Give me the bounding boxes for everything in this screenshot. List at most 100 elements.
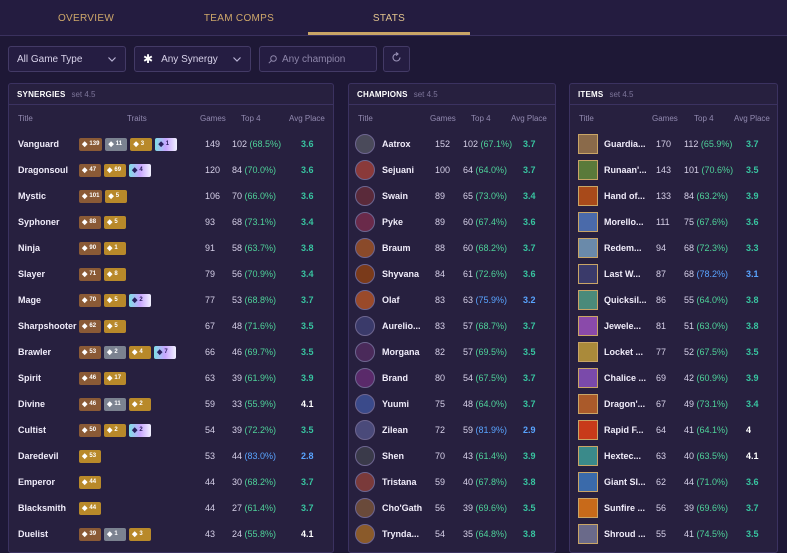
synergy-select[interactable]: ✱ Any Synergy <box>134 46 251 72</box>
champion-row[interactable]: Brand 80 54 (67.5%) 3.7 <box>349 365 555 391</box>
synergy-row[interactable]: Sharpshooter ◆ 62 ◆ 5 67 48 (71.6%) 3.5 <box>9 313 333 339</box>
item-row[interactable]: Chalice ... 69 42 (60.9%) 3.9 <box>570 365 777 391</box>
col-traits: Traits <box>127 114 147 123</box>
item-row[interactable]: Jewele... 81 51 (63.0%) 3.8 <box>570 313 777 339</box>
item-row[interactable]: Shroud ... 55 41 (74.5%) 3.5 <box>570 521 777 547</box>
trait-badge-silver: ◆ 1 <box>104 527 126 541</box>
top4-value: 65 (73.0%) <box>463 183 507 209</box>
trait-badge-chromatic: ◆ 1 <box>155 137 178 151</box>
avg-place-value: 3.9 <box>301 373 314 383</box>
synergy-row[interactable]: Mystic ◆ 101 ◆ 5 106 70 (66.0%) 3.6 <box>9 183 333 209</box>
synergy-row[interactable]: Slayer ◆ 71 ◆ 8 79 56 (70.9%) 3.4 <box>9 261 333 287</box>
top4-value: 53 (68.8%) <box>232 287 276 313</box>
champion-row[interactable]: Sejuani 100 64 (64.0%) 3.7 <box>349 157 555 183</box>
avg-place-value: 3.8 <box>523 529 536 539</box>
champion-row[interactable]: Braum 88 60 (68.2%) 3.7 <box>349 235 555 261</box>
top4-percent: (70.6%) <box>701 165 734 175</box>
top4-value: 57 (69.5%) <box>463 339 507 365</box>
synergy-row[interactable]: Blacksmith ◆ 44 44 27 (61.4%) 3.7 <box>9 495 333 521</box>
item-row[interactable]: Redem... 94 68 (72.3%) 3.3 <box>570 235 777 261</box>
item-row[interactable]: Guardia... 170 112 (65.9%) 3.7 <box>570 131 777 157</box>
champion-row[interactable]: Shen 70 43 (61.4%) 3.9 <box>349 443 555 469</box>
champion-row[interactable]: Cho'Gath 56 39 (69.6%) 3.5 <box>349 495 555 521</box>
trait-count: 46 <box>89 375 97 381</box>
top-navigation: OVERVIEW TEAM COMPS STATS <box>0 0 787 36</box>
synergy-row[interactable]: Duelist ◆ 39 ◆ 1 ◆ 3 43 24 (55.8%) 4.1 <box>9 521 333 547</box>
synergy-row[interactable]: Divine ◆ 46 ◆ 11 ◆ 2 59 33 (55.9%) 4.1 <box>9 391 333 417</box>
trait-count: 139 <box>89 141 100 147</box>
item-row[interactable]: Dragon'... 67 49 (73.1%) 3.4 <box>570 391 777 417</box>
games-value: 83 <box>435 295 446 305</box>
champion-row[interactable]: Morgana 82 57 (69.5%) 3.5 <box>349 339 555 365</box>
synergy-row[interactable]: Emperor ◆ 44 44 30 (68.2%) 3.7 <box>9 469 333 495</box>
item-row[interactable]: Hextec... 63 40 (63.5%) 4.1 <box>570 443 777 469</box>
tab-overview[interactable]: OVERVIEW <box>28 0 144 36</box>
trait-badge-gold: ◆ 5 <box>105 189 128 203</box>
champion-row[interactable]: Zilean 72 59 (81.9%) 2.9 <box>349 417 555 443</box>
synergy-row[interactable]: Brawler ◆ 53 ◆ 2 ◆ 4 ◆ 7 66 46 (69.7%) 3.5 <box>9 339 333 365</box>
item-row[interactable]: Sunfire ... 56 39 (69.6%) 3.7 <box>570 495 777 521</box>
synergy-row[interactable]: Syphoner ◆ 88 ◆ 5 93 68 (73.1%) 3.4 <box>9 209 333 235</box>
top4-value: 43 (61.4%) <box>463 443 507 469</box>
champion-search-input[interactable]: Any champion <box>259 46 377 72</box>
synergy-row[interactable]: Vanguard ◆ 139 ◆ 11 ◆ 3 ◆ 1 149 102 (68.5%) 3.6 <box>9 131 333 157</box>
champions-panel: CHAMPIONS set 4.5 Title Games Top 4 Avg … <box>348 83 556 553</box>
champion-row[interactable]: Olaf 83 63 (75.9%) 3.2 <box>349 287 555 313</box>
refresh-button[interactable] <box>383 46 410 72</box>
games-value: 133 <box>656 191 672 201</box>
synergy-row[interactable]: Daredevil ◆ 53 53 44 (83.0%) 2.8 <box>9 443 333 469</box>
champion-row[interactable]: Swain 89 65 (73.0%) 3.4 <box>349 183 555 209</box>
tab-stats[interactable]: STATS <box>308 0 470 36</box>
champion-row[interactable]: Trynda... 54 35 (64.8%) 3.8 <box>349 521 555 547</box>
trait-count: 3 <box>140 141 145 147</box>
trait-icon: ◆ <box>132 349 138 356</box>
game-type-select[interactable]: All Game Type <box>8 46 126 72</box>
synergy-row[interactable]: Ninja ◆ 90 ◆ 1 91 58 (63.7%) 3.8 <box>9 235 333 261</box>
top4-count: 39 <box>232 373 243 383</box>
games-value: 43 <box>205 529 216 539</box>
synergy-row[interactable]: Mage ◆ 70 ◆ 5 ◆ 2 77 53 (68.8%) 3.7 <box>9 287 333 313</box>
item-row[interactable]: Runaan'... 143 101 (70.6%) 3.5 <box>570 157 777 183</box>
item-row[interactable]: Locket ... 77 52 (67.5%) 3.5 <box>570 339 777 365</box>
top4-value: 75 (67.6%) <box>684 209 728 235</box>
champion-avatar <box>355 524 375 544</box>
champion-row[interactable]: Yuumi 75 48 (64.0%) 3.7 <box>349 391 555 417</box>
item-row[interactable]: Morello... 111 75 (67.6%) 3.6 <box>570 209 777 235</box>
games-value: 170 <box>656 139 672 149</box>
top4-count: 102 <box>463 139 479 149</box>
trait-icon: ◆ <box>107 375 113 382</box>
trait-badge-bronze: ◆ 50 <box>79 423 101 437</box>
champion-avatar <box>355 472 375 492</box>
champion-row[interactable]: Pyke 89 60 (67.4%) 3.6 <box>349 209 555 235</box>
games-value: 44 <box>205 503 216 513</box>
col-title: Title <box>18 114 33 123</box>
synergy-row[interactable]: Spirit ◆ 46 ◆ 17 63 39 (61.9%) 3.9 <box>9 365 333 391</box>
item-row[interactable]: Rapid F... 64 41 (64.1%) 4 <box>570 417 777 443</box>
item-row[interactable]: Last W... 87 68 (78.2%) 3.1 <box>570 261 777 287</box>
item-row[interactable]: Quicksil... 86 55 (64.0%) 3.8 <box>570 287 777 313</box>
item-row[interactable]: Hand of... 133 84 (63.2%) 3.9 <box>570 183 777 209</box>
avg-place-value: 3.7 <box>301 295 314 305</box>
top4-count: 52 <box>684 347 695 357</box>
trait-badge-bronze: ◆ 90 <box>79 241 101 255</box>
champion-avatar <box>355 238 375 258</box>
item-row[interactable]: Giant Sl... 62 44 (71.0%) 3.6 <box>570 469 777 495</box>
col-title: Title <box>579 114 594 123</box>
trait-badge-bronze: ◆ 88 <box>79 215 101 229</box>
trait-badges: ◆ 88 ◆ 5 <box>79 209 126 235</box>
top4-value: 40 (67.8%) <box>463 469 507 495</box>
synergy-row[interactable]: Cultist ◆ 50 ◆ 2 ◆ 2 54 39 (72.2%) 3.5 <box>9 417 333 443</box>
avg-place-value: 3.7 <box>301 477 314 487</box>
champion-row[interactable]: Aurelio... 83 57 (68.7%) 3.7 <box>349 313 555 339</box>
tab-team-comps[interactable]: TEAM COMPS <box>178 0 300 36</box>
synergy-name: Mage <box>18 295 42 305</box>
top4-count: 35 <box>463 529 474 539</box>
champion-row[interactable]: Aatrox 152 102 (67.1%) 3.7 <box>349 131 555 157</box>
avg-place-value: 3.6 <box>301 165 314 175</box>
champion-row[interactable]: Shyvana 84 61 (72.6%) 3.6 <box>349 261 555 287</box>
avg-place-value: 3.4 <box>301 217 314 227</box>
champion-row[interactable]: Tristana 59 40 (67.8%) 3.8 <box>349 469 555 495</box>
trait-icon: ◆ <box>107 323 113 330</box>
top4-value: 54 (67.5%) <box>463 365 507 391</box>
synergy-row[interactable]: Dragonsoul ◆ 47 ◆ 69 ◆ 4 120 84 (70.0%) 3.6 <box>9 157 333 183</box>
